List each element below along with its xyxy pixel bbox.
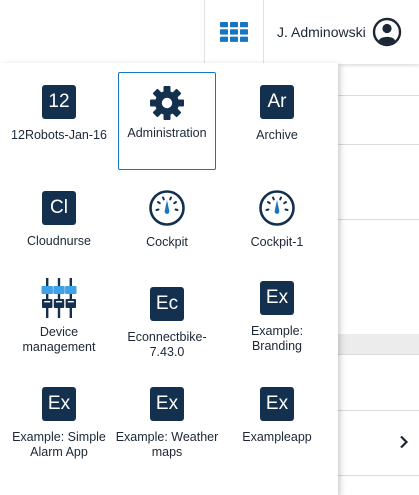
app-switcher-button[interactable]: [205, 0, 263, 64]
app-tile[interactable]: Cockpit: [118, 181, 216, 279]
user-name: J. Adminowski: [277, 24, 366, 40]
app-label: Cockpit-1: [250, 235, 304, 249]
app-abbr-icon: Ex: [42, 387, 76, 421]
app-label: Device management: [22, 325, 96, 354]
app-tile[interactable]: Ex Example: Simple Alarm App: [10, 381, 108, 479]
app-abbr-icon: 12: [42, 85, 76, 119]
app-tile[interactable]: 12 12Robots-Jan-16: [10, 75, 108, 173]
app-label: Cloudnurse: [27, 234, 91, 248]
background-divider: [338, 144, 419, 145]
chevron-right-icon[interactable]: [396, 432, 412, 452]
gauge-icon: [258, 189, 296, 227]
app-label: Exampleapp: [242, 430, 312, 444]
app-label: Econnectbike-7.43.0: [127, 330, 207, 359]
app-abbr-icon: Cl: [42, 191, 76, 225]
app-tile[interactable]: Cockpit-1: [228, 181, 326, 279]
app-label: Example: Branding: [250, 324, 304, 353]
app-label: Example: Simple Alarm App: [12, 430, 106, 459]
app-label: Example: Weather maps: [115, 430, 219, 459]
app-abbr-icon: Ar: [260, 85, 294, 119]
app-tile[interactable]: Ex Exampleapp: [228, 381, 326, 479]
app-tile[interactable]: Ar Archive: [228, 75, 326, 173]
app-label: Administration: [127, 126, 207, 140]
app-tile-active[interactable]: Administration: [118, 72, 216, 170]
app-abbr-icon: Ex: [260, 281, 294, 315]
app-label: 12Robots-Jan-16: [11, 128, 107, 142]
app-tile[interactable]: Ex Example: Weather maps: [115, 381, 219, 479]
app-label: Archive: [256, 128, 298, 142]
background-divider: [338, 95, 419, 96]
user-menu-button[interactable]: J. Adminowski: [264, 0, 419, 64]
background-section-band: [338, 334, 419, 354]
background-divider: [338, 354, 419, 355]
app-abbr-icon: Ec: [150, 287, 184, 321]
gear-icon: [148, 84, 186, 122]
device-sliders-icon: [40, 278, 78, 318]
app-tile[interactable]: Ec Econnectbike-7.43.0: [118, 277, 216, 375]
app-abbr-icon: Ex: [260, 387, 294, 421]
background-divider: [338, 219, 419, 220]
grid-icon: [220, 22, 248, 42]
background-divider: [338, 475, 419, 476]
app-abbr-icon: Ex: [150, 387, 184, 421]
top-bar: J. Adminowski: [0, 0, 419, 64]
gauge-icon: [148, 189, 186, 227]
app-tile[interactable]: Cl Cloudnurse: [10, 181, 108, 279]
app-switcher-dropdown: 12 12Robots-Jan-16 Administration Ar Arc…: [0, 63, 338, 495]
app-tile[interactable]: Ex Example: Branding: [228, 277, 326, 375]
background-divider: [338, 410, 419, 411]
user-circle-icon: [372, 17, 402, 47]
app-tile[interactable]: Device management: [10, 277, 108, 375]
app-label: Cockpit: [146, 235, 188, 249]
